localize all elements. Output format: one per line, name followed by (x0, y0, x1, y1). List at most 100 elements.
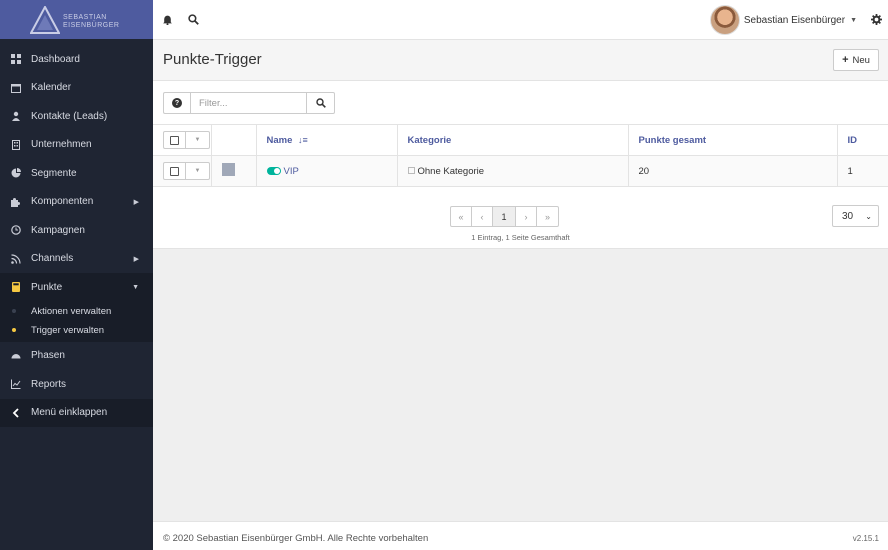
per-page-select[interactable]: 30 ⌄ (832, 205, 879, 227)
prev-page-button[interactable]: ‹ (472, 207, 493, 226)
version-text: v2.15.1 (852, 534, 879, 543)
sidebar-item-label: Phasen (31, 350, 65, 362)
user-menu[interactable]: Sebastian Eisenbürger ▼ (709, 5, 857, 35)
sidebar-subitem-aktionen[interactable]: Aktionen verwalten (0, 302, 153, 321)
sidebar-subitem-trigger[interactable]: Trigger verwalten (0, 321, 153, 340)
pagination-info: 1 Eintrag, 1 Seite Gesamthaft (471, 233, 570, 242)
sidebar-item-reports[interactable]: Reports (0, 370, 153, 399)
punkte-submenu: Aktionen verwalten Trigger verwalten (0, 301, 153, 342)
bullet-icon (12, 309, 16, 313)
search-icon (315, 98, 326, 108)
logo[interactable]: SEBASTIAN EISENBÜRGER (0, 0, 153, 39)
sidebar-item-dashboard[interactable]: Dashboard (0, 45, 153, 74)
caret-right-icon: ▶ (133, 198, 139, 206)
sidebar-item-kontakte[interactable]: Kontakte (Leads) (0, 102, 153, 131)
page-title: Punkte-Trigger (163, 51, 262, 68)
next-page-button[interactable]: › (516, 207, 537, 226)
last-page-button[interactable]: » (537, 207, 558, 226)
header-points[interactable]: Punkte gesamt (627, 124, 837, 156)
category-color-icon (407, 167, 415, 175)
sidebar-item-komponenten[interactable]: Komponenten ▶ (0, 188, 153, 217)
active-bullet-icon (12, 328, 16, 332)
filter-search-button[interactable] (307, 92, 335, 114)
row-category: Ohne Kategorie (396, 155, 628, 187)
sidebar-item-label: Segmente (31, 167, 77, 179)
pie-chart-icon (10, 167, 22, 179)
page-header: Punkte-Trigger + Neu (153, 40, 888, 81)
header-name[interactable]: Name ↓≡ (255, 124, 397, 156)
caret-down-icon: ▼ (850, 16, 857, 24)
caret-right-icon: ▶ (133, 255, 139, 263)
copyright-text: © 2020 Sebastian Eisenbürger GmbH. Alle … (163, 533, 429, 544)
dashboard-icon (10, 53, 22, 65)
chevron-left-icon (10, 407, 22, 419)
header-color (210, 124, 256, 156)
triggers-table: ▼ Name ↓≡ Kategorie Punkte gesamt ID ▼ V… (153, 124, 888, 187)
gauge-icon (10, 350, 22, 362)
row-points: 20 (627, 155, 837, 187)
row-checkbox[interactable] (164, 163, 186, 179)
building-icon (10, 139, 22, 151)
bulk-actions-dropdown[interactable]: ▼ (186, 132, 209, 148)
sidebar-item-label: Punkte (31, 281, 63, 293)
trigger-link[interactable]: VIP (284, 166, 299, 177)
sidebar-item-label: Menü einklappen (31, 407, 108, 419)
avatar (709, 5, 740, 35)
sidebar-item-kampagnen[interactable]: Kampagnen (0, 216, 153, 245)
published-toggle-icon[interactable] (266, 166, 281, 175)
filter-help-button[interactable]: ? (163, 92, 190, 114)
question-icon: ? (172, 98, 182, 108)
line-chart-icon (10, 378, 22, 390)
header-category[interactable]: Kategorie (396, 124, 628, 156)
sidebar-item-channels[interactable]: Channels ▶ (0, 245, 153, 274)
sidebar-item-unternehmen[interactable]: Unternehmen (0, 131, 153, 160)
select-all-checkbox-group: ▼ (163, 131, 210, 149)
select-all-checkbox[interactable] (164, 132, 186, 148)
calendar-icon (10, 82, 22, 94)
color-swatch (221, 163, 235, 176)
first-page-button[interactable]: « (451, 207, 472, 226)
caret-down-icon: ▼ (132, 283, 139, 291)
sidebar-item-label: Kalender (31, 82, 72, 94)
sidebar-item-punkte[interactable]: Punkte ▼ (0, 273, 153, 302)
user-name: Sebastian Eisenbürger (743, 14, 846, 26)
sidebar-item-label: Kontakte (Leads) (31, 110, 108, 122)
header-select: ▼ (153, 124, 211, 156)
row-name: VIP (255, 155, 397, 187)
sidebar-item-label: Kampagnen (31, 224, 85, 236)
sidebar-item-phasen[interactable]: Phasen (0, 342, 153, 371)
sidebar-item-kalender[interactable]: Kalender (0, 74, 153, 103)
sidebar-collapse-button[interactable]: Menü einklappen (0, 398, 153, 427)
calculator-icon (10, 281, 22, 293)
new-button[interactable]: + Neu (833, 49, 879, 71)
filter-bar: ? (163, 92, 335, 114)
sidebar: SEBASTIAN EISENBÜRGER Dashboard Kalender… (0, 0, 153, 550)
rss-icon (10, 253, 22, 265)
content-panel: ? ▼ Name ↓≡ Kategorie Punk (153, 81, 888, 249)
sidebar-item-label: Komponenten (31, 196, 94, 208)
logo-text: SEBASTIAN EISENBÜRGER (63, 13, 120, 29)
search-icon[interactable] (187, 13, 199, 25)
row-checkbox-group: ▼ (163, 162, 210, 180)
logo-triangle-icon (30, 5, 60, 34)
current-page[interactable]: 1 (493, 207, 516, 226)
topbar: Sebastian Eisenbürger ▼ (153, 0, 888, 40)
bell-icon[interactable] (161, 13, 173, 25)
chevron-down-icon: ⌄ (865, 211, 872, 221)
sidebar-item-label: Reports (31, 378, 67, 390)
row-select: ▼ (153, 155, 211, 187)
footer: © 2020 Sebastian Eisenbürger GmbH. Alle … (153, 521, 888, 550)
gear-icon[interactable] (870, 13, 882, 25)
sidebar-item-label: Dashboard (31, 53, 80, 65)
user-icon (10, 110, 22, 122)
sort-icon: ↓≡ (298, 134, 308, 145)
sidebar-item-label: Unternehmen (31, 139, 92, 151)
row-id: 1 (836, 155, 888, 187)
clock-icon (10, 224, 22, 236)
header-id[interactable]: ID (836, 124, 888, 156)
row-actions-dropdown[interactable]: ▼ (186, 163, 209, 179)
filter-input[interactable] (190, 92, 307, 114)
sidebar-item-segmente[interactable]: Segmente (0, 159, 153, 188)
sidebar-nav: Dashboard Kalender Kontakte (Leads) Unte… (0, 45, 153, 427)
table-row: ▼ VIP Ohne Kategorie 20 1 (153, 155, 888, 187)
